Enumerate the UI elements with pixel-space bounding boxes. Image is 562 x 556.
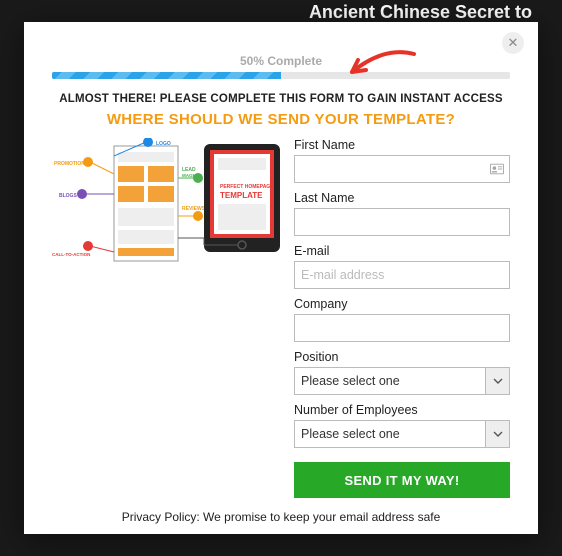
close-icon: ✕ (508, 35, 519, 50)
company-input[interactable] (294, 314, 510, 342)
submit-button[interactable]: SEND IT MY WAY! (294, 462, 510, 498)
svg-text:CALL-TO-ACTION: CALL-TO-ACTION (52, 252, 90, 257)
employees-label: Number of Employees (294, 403, 510, 417)
contact-card-icon (490, 163, 504, 175)
svg-text:TEMPLATE: TEMPLATE (220, 191, 263, 200)
first-name-input[interactable] (294, 155, 510, 183)
signup-form: First Name Last Name (294, 138, 510, 498)
svg-text:MAGNET: MAGNET (182, 173, 202, 178)
close-button[interactable]: ✕ (502, 32, 524, 54)
progress-bar (52, 72, 510, 79)
progress-label: 50% Complete (52, 54, 510, 68)
page-backdrop: Ancient Chinese Secret to ✕ 50% Complete… (0, 0, 562, 556)
svg-text:REVIEWS: REVIEWS (182, 206, 206, 212)
email-label: E-mail (294, 244, 510, 258)
svg-text:LOGO: LOGO (156, 141, 171, 147)
signup-modal: ✕ 50% Complete ALMOST THERE! PLEASE COMP… (24, 22, 538, 534)
first-name-label: First Name (294, 138, 510, 152)
last-name-input[interactable] (294, 208, 510, 236)
email-input[interactable] (294, 261, 510, 289)
progress-fill (52, 72, 281, 79)
employees-select[interactable]: Please select one (294, 420, 510, 448)
instructions-secondary: WHERE SHOULD WE SEND YOUR TEMPLATE? (52, 111, 510, 128)
svg-text:BLOGS: BLOGS (59, 193, 77, 199)
template-preview-graphic: LOGO PROMOTION LEAD MAGNET BLOGS REVIEWS… (52, 138, 284, 268)
instructions-primary: ALMOST THERE! PLEASE COMPLETE THIS FORM … (52, 93, 510, 105)
privacy-note: Privacy Policy: We promise to keep your … (52, 510, 510, 524)
background-teaser: Ancient Chinese Secret to (309, 2, 532, 23)
svg-text:PERFECT HOMEPAGE: PERFECT HOMEPAGE (220, 184, 274, 190)
svg-text:PROMOTION: PROMOTION (54, 161, 85, 167)
last-name-label: Last Name (294, 191, 510, 205)
position-label: Position (294, 350, 510, 364)
company-label: Company (294, 297, 510, 311)
position-select[interactable]: Please select one (294, 367, 510, 395)
